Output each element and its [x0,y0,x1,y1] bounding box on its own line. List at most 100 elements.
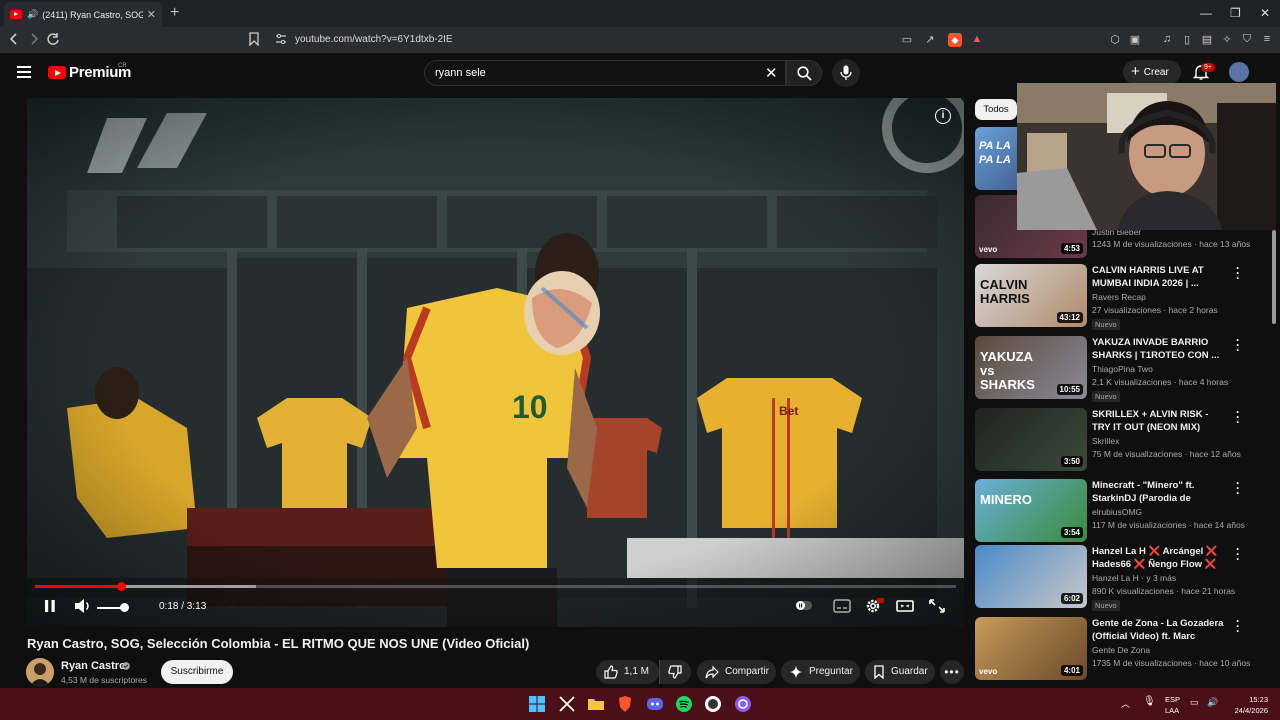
windows-start-icon[interactable] [528,695,546,713]
brave-shields-icon[interactable]: ◆ [948,33,962,47]
filter-chip-all[interactable]: Todos [975,99,1017,120]
maximize-icon[interactable]: ❐ [1230,6,1241,20]
tray-chevron-icon[interactable]: ︿ [1121,697,1130,710]
create-button[interactable]: + Crear [1123,60,1181,84]
keyboard-layout[interactable]: LAA [1165,706,1179,715]
autoplay-toggle-icon[interactable] [793,596,815,616]
back-icon[interactable] [8,32,20,46]
recommendation-item[interactable]: MINERO 3:54 Minecraft - "Minero" ft. Stark… [975,477,1265,543]
search-box[interactable]: ryann sele ✕ [424,60,786,86]
cast-icon[interactable]: ▭ [900,33,914,47]
page-scrollbar[interactable] [1271,58,1277,688]
discord-icon[interactable] [646,695,664,713]
subscribe-button[interactable]: Suscribirme [161,660,233,684]
scrollbar-thumb[interactable] [1272,230,1276,324]
ask-button[interactable]: Preguntar [781,660,860,684]
brave-rewards-icon[interactable]: ▲ [970,33,984,47]
extensions-icon[interactable]: ⬡ [1108,33,1122,47]
close-tab-icon[interactable]: ✕ [147,8,156,21]
sidebar-icon[interactable]: ▯ [1180,33,1194,47]
info-icon[interactable]: i [935,108,951,124]
theater-mode-icon[interactable] [894,596,916,616]
share-page-icon[interactable]: ↗ [923,33,937,47]
video-title-link[interactable]: YAKUZA INVADE BARRIO SHARKS | T1ROTEO CO… [1092,336,1227,362]
reload-icon[interactable] [46,32,60,46]
youtube-logo-icon[interactable] [48,66,66,79]
search-input[interactable]: ryann sele [435,67,486,79]
channel-name[interactable]: Ravers Recap [1092,292,1146,302]
more-vertical-icon[interactable]: · · · [1234,262,1242,284]
video-thumbnail[interactable]: vevo 4:01 [975,617,1087,680]
more-vertical-icon[interactable]: · · · [1234,543,1242,565]
site-settings-icon[interactable] [275,32,287,46]
save-button[interactable]: Guardar [865,660,935,684]
like-button[interactable]: 1,1 M [596,660,659,684]
video-title-link[interactable]: Hanzel La H ❌ Arcángel ❌ Hades66 ❌ Ñengo… [1092,545,1227,571]
network-icon[interactable]: ▭ [1190,697,1199,708]
video-thumbnail[interactable]: 6:02 [975,545,1087,608]
app-circle-icon[interactable] [734,695,752,713]
clock-time[interactable]: 15:23 [1228,695,1268,704]
video-thumbnail[interactable]: 3:50 [975,408,1087,471]
video-title-link[interactable]: Minecraft - "Minero" ft. StarkinDJ (Paro… [1092,479,1227,505]
video-thumbnail[interactable]: YAKUZA vs SHARKS 10:55 [975,336,1087,399]
more-vertical-icon[interactable]: · · · [1234,406,1242,428]
video-thumbnail[interactable]: MINERO 3:54 [975,479,1087,542]
volume-slider-handle[interactable] [119,603,129,612]
video-thumbnail[interactable]: CALVIN HARRIS 43:12 [975,264,1087,327]
voice-search-button[interactable] [832,59,860,87]
recommendation-item[interactable]: 6:02 Hanzel La H ❌ Arcángel ❌ Hades66 ❌ Ñ… [975,543,1265,611]
tray-mic-icon[interactable]: 🎙 [1143,696,1156,707]
share-button[interactable]: Compartir [697,660,776,684]
subtitles-icon[interactable] [831,596,853,616]
minimize-icon[interactable]: — [1200,6,1212,20]
pause-icon[interactable] [39,596,61,616]
browser-menu-icon[interactable]: ≡ [1260,33,1274,47]
channel-name[interactable]: Ryan Castro [61,660,126,672]
guide-menu-icon[interactable] [17,66,31,78]
fullscreen-icon[interactable] [926,596,948,616]
brave-browser-icon[interactable] [616,695,634,713]
x-app-icon[interactable] [558,695,576,713]
channel-name[interactable]: Skrillex [1092,436,1119,446]
forward-icon[interactable] [28,32,40,46]
more-actions-button[interactable]: ••• [940,660,964,684]
account-avatar[interactable] [1229,62,1249,82]
github-icon[interactable] [704,695,722,713]
video-title-link[interactable]: CALVIN HARRIS LIVE AT MUMBAI INDIA 2026 … [1092,264,1227,290]
bookmark-icon[interactable] [248,32,260,46]
more-vertical-icon[interactable]: · · · [1234,615,1242,637]
keyboard-language[interactable]: ESP [1165,695,1180,704]
new-tab-icon[interactable]: + [170,4,179,22]
recommendation-item[interactable]: YAKUZA vs SHARKS 10:55 YAKUZA INVADE BARRI… [975,334,1265,402]
channel-name[interactable]: Hanzel La H · y 3 más [1092,573,1176,583]
spotify-icon[interactable] [675,695,693,713]
close-window-icon[interactable]: ✕ [1260,6,1270,20]
channel-avatar[interactable] [26,658,54,686]
browser-tab[interactable]: 🔊 (2411) Ryan Castro, SOG, Sele ✕ [4,2,162,27]
volume-icon[interactable] [72,596,94,616]
progress-bar[interactable] [35,582,956,591]
video-title-link[interactable]: SKRILLEX + ALVIN RISK - TRY IT OUT (NEON… [1092,408,1227,434]
video-title-link[interactable]: Gente de Zona - La Gozadera (Official Vi… [1092,617,1227,643]
video-player[interactable]: Bet 10 i 0:18 / 3:13 [27,98,964,627]
music-icon[interactable]: ♫ [1160,33,1174,47]
screenshot-icon[interactable]: ▣ [1128,33,1142,47]
file-explorer-icon[interactable] [587,695,605,713]
speaker-volume-icon[interactable]: 🔊 [1207,697,1218,708]
clock-date[interactable]: 24/4/2026 [1222,706,1268,715]
progress-scrubber[interactable] [116,582,126,591]
settings-gear-icon[interactable] [863,596,885,616]
leo-ai-icon[interactable]: ✧ [1220,33,1234,47]
dislike-button[interactable] [659,660,691,684]
recommendation-item[interactable]: vevo 4:01 Gente de Zona - La Gozadera (Off… [975,615,1265,681]
vpn-icon[interactable]: ⛉ [1240,33,1254,47]
more-vertical-icon[interactable]: · · · [1234,477,1242,499]
channel-name[interactable]: Gente De Zona [1092,645,1150,655]
channel-name[interactable]: elrubiusOMG [1092,507,1142,517]
clear-search-icon[interactable]: ✕ [765,64,778,82]
speaker-icon[interactable]: 🔊 [27,9,38,20]
channel-name[interactable]: ThiagoPina Two [1092,364,1153,374]
url-field[interactable]: youtube.com/watch?v=6Y1dtxb-2IE [295,34,453,45]
more-vertical-icon[interactable]: · · · [1234,334,1242,356]
